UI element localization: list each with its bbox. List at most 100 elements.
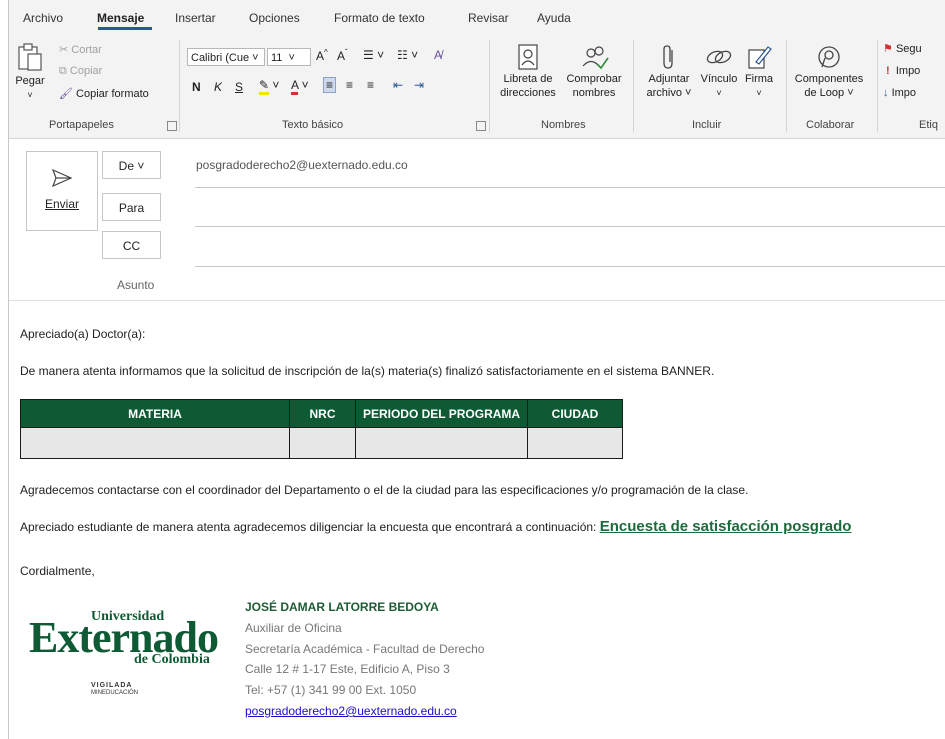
follow-up-label: Segu xyxy=(895,43,922,55)
thanks-text: Agradecemos contactarse con el coordinad… xyxy=(20,483,749,497)
tab-revisar[interactable]: Revisar xyxy=(468,11,509,25)
outlook-compose-window: Archivo Mensaje Insertar Opciones Format… xyxy=(8,0,945,739)
attach-file-button[interactable]: Adjuntar archivo ˅ xyxy=(639,44,699,100)
align-left-icon[interactable]: ≡ xyxy=(323,77,337,93)
align-right-icon[interactable]: ≡ xyxy=(367,78,374,92)
tab-mensaje[interactable]: Mensaje xyxy=(97,11,144,25)
check-names-button[interactable]: Comprobar nombres xyxy=(561,44,627,100)
chevron-down-icon: ˅ xyxy=(756,88,762,98)
group-label-portapapeles: Portapapeles xyxy=(49,119,114,131)
underline-button[interactable]: S xyxy=(235,80,243,94)
survey-link[interactable]: Encuesta de satisfacción posgrado xyxy=(600,518,852,535)
link-button[interactable]: Vínculo ˅ xyxy=(697,44,741,100)
exclamation-icon: ! xyxy=(883,65,893,77)
font-size-select[interactable]: 11 ˅ xyxy=(267,48,311,66)
signature-phone: Tel: +57 (1) 341 99 00 Ext. 1050 xyxy=(245,683,417,697)
signature-button[interactable]: Firma ˅ xyxy=(741,44,777,100)
font-color-icon[interactable]: A ˅ xyxy=(291,78,309,95)
font-name-value: Calibri (Cue xyxy=(191,52,250,64)
bold-button[interactable]: N xyxy=(192,80,201,94)
subject-field[interactable] xyxy=(195,270,945,298)
table-cell[interactable] xyxy=(527,427,623,459)
ribbon-divider xyxy=(877,40,878,132)
tab-ayuda[interactable]: Ayuda xyxy=(537,11,571,25)
tab-insertar[interactable]: Insertar xyxy=(175,11,216,25)
scissors-icon: ✂ xyxy=(59,44,69,56)
cut-button[interactable]: ✂ Cortar xyxy=(59,43,102,57)
red-flag-icon: ⚑ xyxy=(883,43,893,55)
send-button[interactable]: Enviar xyxy=(26,151,98,231)
copy-label: Copiar xyxy=(69,65,103,77)
loop-components-button[interactable]: Componentes de Loop ˅ xyxy=(791,44,867,100)
highlight-icon[interactable]: ✎ ˅ xyxy=(259,78,279,95)
link-label: Vínculo xyxy=(700,73,738,85)
cc-field[interactable] xyxy=(195,229,945,265)
font-name-select[interactable]: Calibri (Cue ˅ xyxy=(187,48,265,66)
paste-button[interactable]: Pegar ˅ xyxy=(13,42,47,102)
numbering-icon[interactable]: ☷ ˅ xyxy=(397,48,418,62)
check-names-icon xyxy=(582,46,609,70)
field-divider xyxy=(195,226,945,227)
signature-address: Calle 12 # 1-17 Este, Edificio A, Piso 3 xyxy=(245,662,450,676)
loop-icon xyxy=(818,46,840,68)
tab-opciones[interactable]: Opciones xyxy=(249,11,300,25)
high-importance-button[interactable]: ! Impo xyxy=(883,64,920,78)
align-center-icon[interactable]: ≡ xyxy=(346,78,353,92)
from-button[interactable]: De ˅ xyxy=(102,151,161,179)
to-button[interactable]: Para xyxy=(102,193,161,221)
intro-text: De manera atenta informamos que la solic… xyxy=(20,364,715,378)
format-painter-button[interactable]: 🖌 Copiar formato xyxy=(59,87,149,101)
increase-indent-icon[interactable]: ⇥ xyxy=(414,78,424,92)
table-cell[interactable] xyxy=(20,427,290,459)
decrease-indent-icon[interactable]: ⇤ xyxy=(393,78,403,92)
high-importance-label: Impo xyxy=(895,65,921,77)
signature-email-link[interactable]: posgradoderecho2@uexternado.edu.co xyxy=(245,704,457,718)
low-importance-button[interactable]: ↓ Impo xyxy=(883,86,916,100)
clear-formatting-icon[interactable]: A̸ xyxy=(434,48,442,62)
table-row xyxy=(20,427,623,459)
tab-formato-de-texto[interactable]: Formato de texto xyxy=(334,11,425,25)
table-cell[interactable] xyxy=(289,427,356,459)
font-size-value: 11 xyxy=(271,52,283,64)
ribbon-divider xyxy=(179,40,180,132)
logo-vigilada: VIGILADA xyxy=(91,682,133,689)
check-names-label-2: nombres xyxy=(572,87,616,99)
chevron-down-icon: ˅ xyxy=(716,88,722,98)
italic-button[interactable]: K xyxy=(214,80,222,94)
signature-title: Auxiliar de Oficina xyxy=(245,621,342,635)
tab-archivo[interactable]: Archivo xyxy=(23,11,63,25)
clipboard-launcher-icon[interactable] xyxy=(167,121,177,131)
attach-label-1: Adjuntar xyxy=(648,73,690,85)
to-field[interactable] xyxy=(195,190,945,224)
paste-icon xyxy=(18,43,42,71)
group-label-texto-basico: Texto básico xyxy=(282,119,344,131)
bullets-icon[interactable]: ☰ ˅ xyxy=(363,48,384,62)
loop-label-2: de Loop ˅ xyxy=(804,87,854,99)
address-book-button[interactable]: Libreta de direcciones xyxy=(495,44,561,100)
low-importance-label: Impo xyxy=(891,87,917,99)
cc-button[interactable]: CC xyxy=(102,231,161,259)
group-label-colaborar: Colaborar xyxy=(806,119,855,131)
menu-tab-bar: Archivo Mensaje Insertar Opciones Format… xyxy=(9,0,945,32)
column-header-periodo: PERIODO DEL PROGRAMA xyxy=(355,399,528,428)
attach-label-2: archivo ˅ xyxy=(646,87,692,99)
subjects-table: MATERIA NRC PERIODO DEL PROGRAMA CIUDAD xyxy=(20,399,623,459)
closing-text: Cordialmente, xyxy=(20,564,95,578)
shrink-font-icon[interactable]: Aˇ xyxy=(337,48,348,63)
basic-text-launcher-icon[interactable] xyxy=(476,121,486,131)
signature-department: Secretaría Académica - Facultad de Derec… xyxy=(245,642,485,656)
grow-font-icon[interactable]: A^ xyxy=(316,48,328,63)
copy-button[interactable]: ⧉ Copiar xyxy=(59,64,102,78)
address-book-label-2: direcciones xyxy=(500,87,556,99)
group-label-etiquetas: Etiq xyxy=(919,119,938,131)
survey-paragraph: Apreciado estudiante de manera atenta ag… xyxy=(20,518,851,535)
cut-label: Cortar xyxy=(71,44,102,56)
column-header-ciudad: CIUDAD xyxy=(527,399,623,428)
ribbon-divider xyxy=(786,40,787,132)
from-address: posgradoderecho2@uexternado.edu.co xyxy=(196,158,408,172)
field-divider xyxy=(195,266,945,267)
ribbon-divider xyxy=(489,40,490,132)
group-label-incluir: Incluir xyxy=(692,119,722,131)
table-cell[interactable] xyxy=(355,427,528,459)
follow-up-button[interactable]: ⚑ Segu xyxy=(883,42,922,56)
